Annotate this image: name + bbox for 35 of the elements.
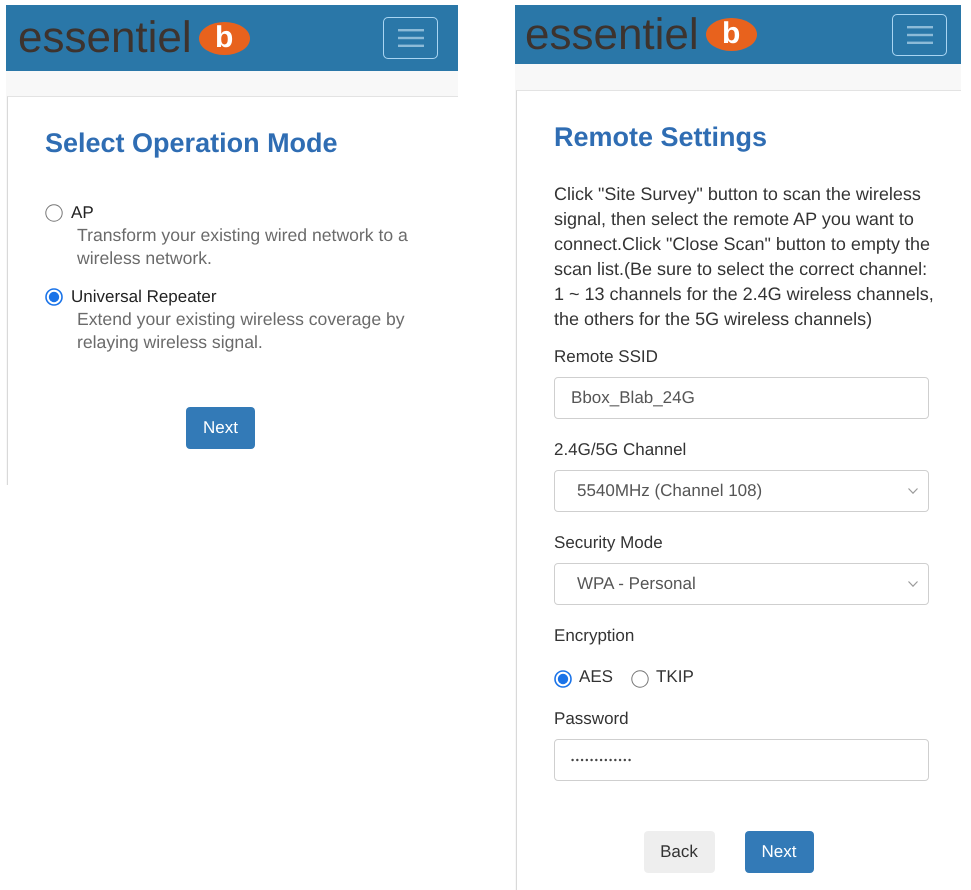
dropdown-select[interactable]: WPA - Personal [554, 563, 929, 605]
password-input[interactable]: ••••••••••••• [554, 739, 929, 781]
menu-icon [398, 29, 424, 47]
option-description: Extend your existing wireless coverage by relaying wireless signal. [77, 308, 406, 354]
radio-label: TKIP [656, 666, 694, 688]
chevron-icon [908, 488, 918, 494]
field-label: Encryption [554, 625, 634, 647]
field-label: 2.4G/5G Channel [554, 439, 686, 461]
secondary-button[interactable]: Back [644, 831, 714, 873]
menu-button[interactable] [892, 14, 947, 56]
logo-badge: b [706, 18, 757, 51]
radio-button[interactable] [554, 670, 572, 688]
radio-label: Universal Repeater [71, 286, 217, 308]
chevron-icon [908, 581, 918, 587]
field-label: Security Mode [554, 532, 663, 554]
radio-button[interactable] [45, 288, 63, 306]
option-description: Transform your existing wired network to a wireless network. [77, 224, 409, 270]
field-label: Remote SSID [554, 346, 658, 368]
primary-button[interactable]: Next [744, 831, 814, 873]
radio-label: AP [71, 202, 94, 224]
logo-badge: b [198, 22, 250, 54]
field-label: Password [554, 708, 629, 730]
radio-button[interactable] [631, 670, 650, 688]
radio-button[interactable] [45, 204, 63, 222]
logo-text: essentiel [525, 12, 699, 56]
instructions-text: Click "Site Survey" button to scan the wireless signal, then select the remote AP you want to connect.Click "Close Scan" button to empty the scan list.(Be sure to select the correct channel: 1 ~ 13 channels for the 2.4G wireless channels, the others for the 5G wireless channels) [554, 183, 934, 331]
logo-text: essentiel [18, 16, 192, 60]
radio-label: AES [579, 666, 614, 688]
text-input[interactable]: Bbox_Blab_24G [554, 377, 929, 419]
primary-button[interactable]: Next [186, 407, 255, 449]
page-title: Select Operation Mode [45, 127, 339, 159]
menu-icon [906, 26, 932, 44]
menu-button[interactable] [383, 17, 438, 59]
page-title: Remote Settings [554, 121, 768, 153]
dropdown-select[interactable]: 5540MHz (Channel 108) [554, 470, 929, 512]
